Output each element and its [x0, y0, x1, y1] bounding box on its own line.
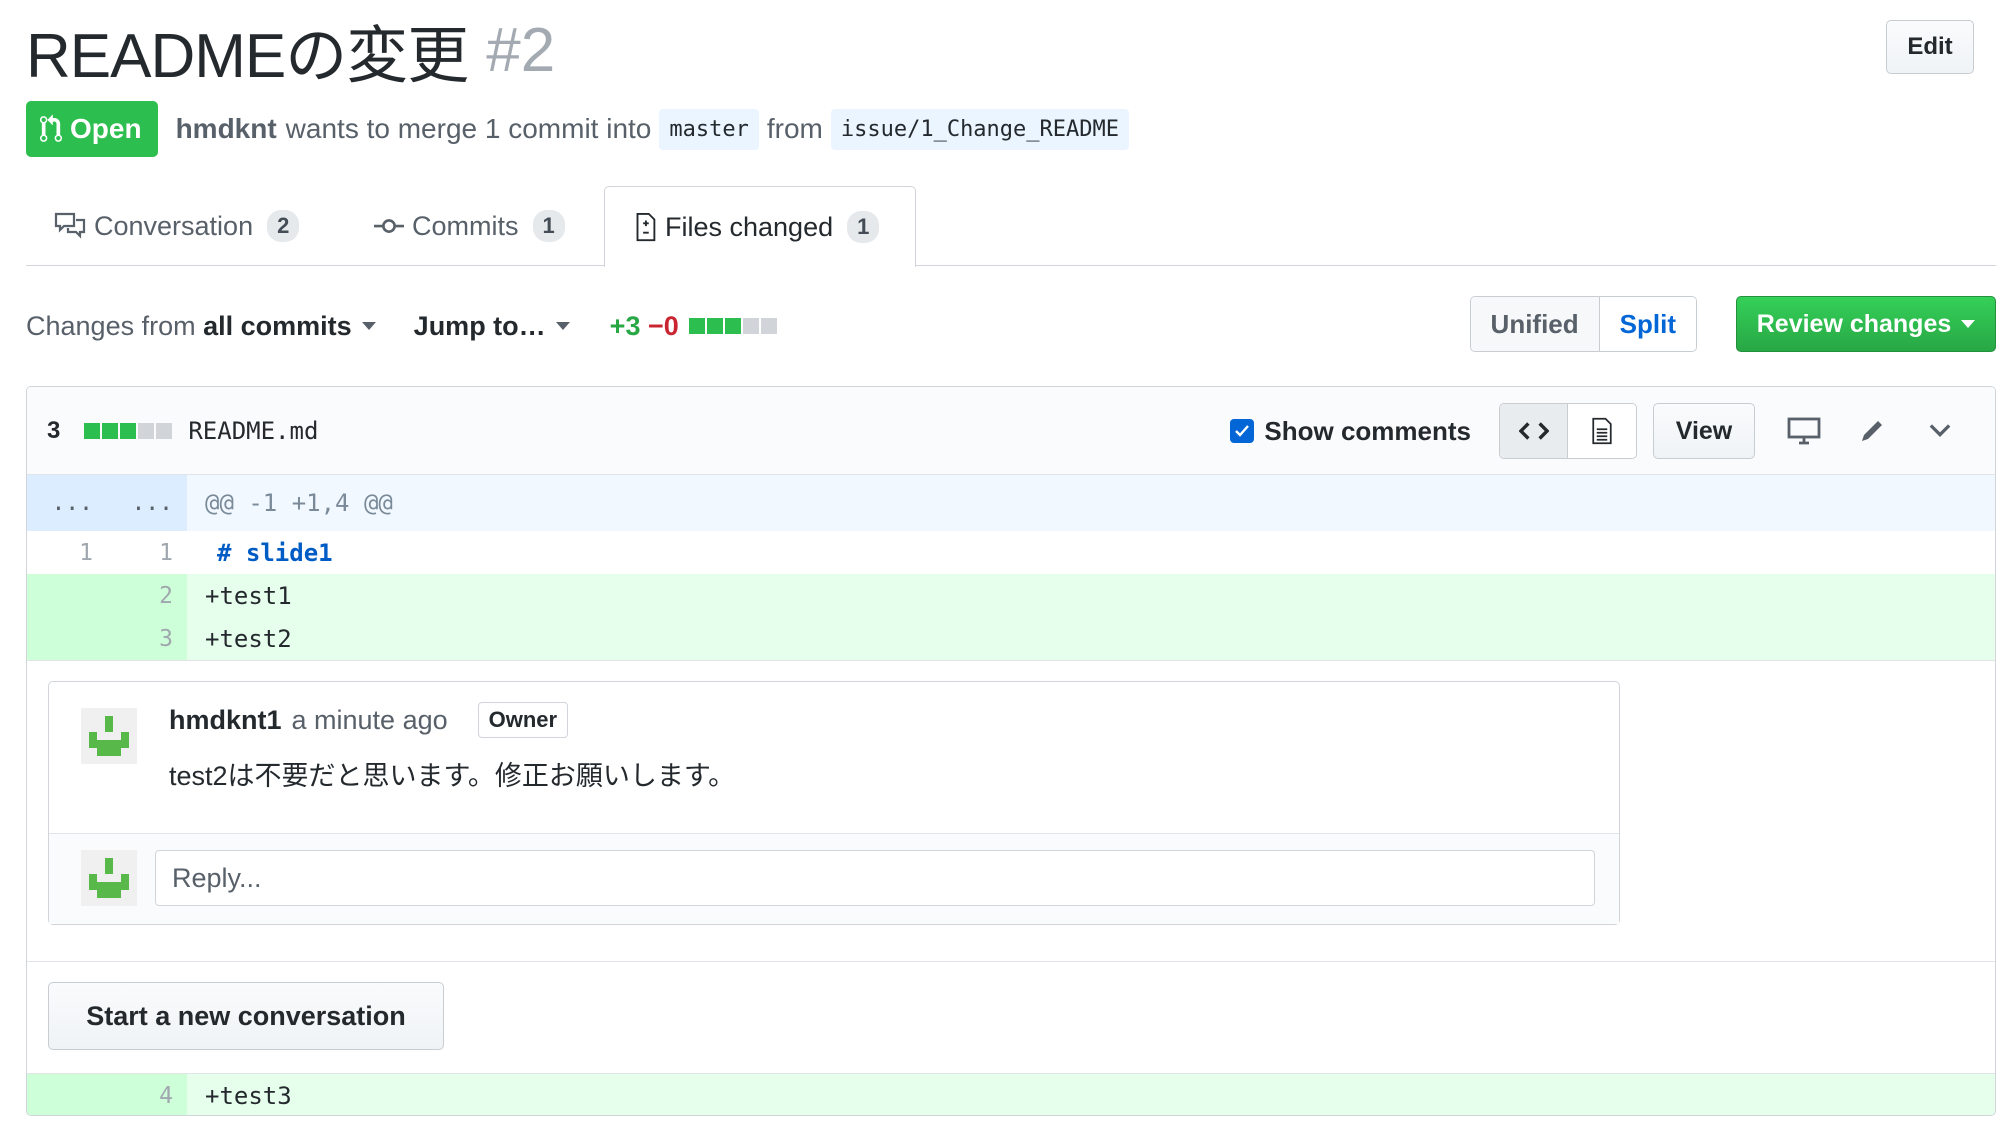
diff-line-addition: 2 +test1: [27, 574, 1995, 617]
pr-tabs: Conversation 2 Commits 1 Files changed 1: [26, 186, 1996, 267]
line-content: # slide1: [217, 538, 333, 567]
caret-down-icon: [361, 322, 376, 330]
pr-meta: Open hmdknt wants to merge 1 commit into…: [26, 100, 1137, 158]
comment-time[interactable]: a minute ago: [292, 705, 448, 736]
comment-body: test2は不要だと思います。修正お願いします。: [169, 761, 736, 791]
caret-down-icon: [555, 322, 570, 330]
base-branch[interactable]: master: [659, 108, 759, 150]
file-change-count: 3: [47, 416, 61, 444]
display-mode-group: [1499, 403, 1637, 459]
review-comment: hmdknt1 a minute ago Owner test2は不要だと思いま…: [49, 682, 1619, 834]
author-link[interactable]: hmdknt: [176, 113, 277, 145]
checkbox-checked-icon[interactable]: [1230, 419, 1255, 443]
state-label: Open: [70, 113, 142, 144]
commits-count: 1: [532, 210, 565, 242]
comment-discussion-icon: [54, 212, 86, 239]
comment-box: hmdknt1 a minute ago Owner test2は不要だと思いま…: [48, 681, 1620, 925]
file-name[interactable]: README.md: [188, 417, 318, 445]
diff-view-toggle: Unified Split: [1469, 296, 1697, 352]
hunk-header-row: ... ... @@ -1 +1,4 @@: [27, 475, 1995, 531]
pr-title-row: READMEの変更 #2: [26, 10, 556, 92]
old-line-number[interactable]: 1: [27, 540, 107, 566]
deletions-count: −0: [647, 310, 679, 341]
caret-down-icon: [1961, 320, 1976, 328]
file-diff: 3 README.md Show comments View ... ... @…: [26, 386, 1996, 1116]
desktop-icon[interactable]: [1779, 403, 1829, 459]
show-comments-toggle[interactable]: Show comments: [1230, 416, 1471, 447]
pr-title: READMEの変更: [26, 22, 469, 91]
avatar: [81, 850, 137, 906]
additions-count: +3: [609, 310, 641, 341]
git-commit-icon: [374, 219, 404, 233]
file-diffstat-bar: [84, 422, 174, 439]
diff-line-addition: 3 +test2: [27, 617, 1995, 660]
code-icon: [1518, 422, 1549, 440]
inline-comment-thread: hmdknt1 a minute ago Owner test2は不要だと思いま…: [27, 660, 1995, 962]
diff-line-addition: 4 +test3: [27, 1074, 1995, 1115]
source-diff-button[interactable]: [1500, 404, 1568, 458]
new-line-number[interactable]: 3: [107, 626, 187, 652]
changes-from-menu[interactable]: Changes from all commits: [26, 311, 376, 342]
new-line-number[interactable]: 1: [107, 540, 187, 566]
avatar[interactable]: [81, 708, 137, 764]
state-badge: Open: [26, 101, 158, 157]
merge-text: wants to merge 1 commit into: [285, 113, 652, 144]
tab-files-changed[interactable]: Files changed 1: [604, 186, 916, 267]
line-content: +test1: [205, 581, 292, 610]
diffstat-bar: [688, 318, 779, 334]
files-count: 1: [847, 211, 880, 243]
file-diff-icon: [636, 212, 656, 242]
owner-badge: Owner: [477, 702, 569, 738]
head-branch[interactable]: issue/1_Change_README: [830, 108, 1130, 150]
new-line-number[interactable]: 2: [107, 583, 187, 609]
hunk-header: @@ -1 +1,4 @@: [205, 489, 393, 517]
tab-commits[interactable]: Commits 1: [374, 186, 565, 266]
reply-input[interactable]: Reply...: [155, 850, 1595, 906]
expand-down-button[interactable]: ...: [107, 490, 187, 516]
expand-up-button[interactable]: ...: [27, 490, 107, 516]
split-button[interactable]: Split: [1599, 297, 1696, 351]
git-pull-request-icon: [40, 114, 62, 142]
chevron-down-icon[interactable]: [1915, 403, 1965, 459]
rich-diff-button[interactable]: [1568, 404, 1636, 458]
start-new-conversation-button[interactable]: Start a new conversation: [48, 982, 444, 1050]
file-header: 3 README.md Show comments View: [27, 387, 1995, 475]
pr-number: #2: [486, 15, 556, 85]
jump-to-menu[interactable]: Jump to…: [414, 311, 570, 342]
line-content: +test2: [205, 624, 292, 653]
new-conversation-row: Start a new conversation: [27, 962, 1995, 1074]
conversation-count: 2: [267, 210, 300, 242]
comment-author[interactable]: hmdknt1: [169, 705, 282, 736]
new-line-number[interactable]: 4: [107, 1083, 187, 1109]
file-icon: [1592, 417, 1612, 445]
unified-button[interactable]: Unified: [1470, 297, 1600, 351]
diffstat: +3 −0: [610, 311, 779, 342]
pencil-icon[interactable]: [1847, 403, 1897, 459]
line-content: +test3: [205, 1081, 292, 1110]
reply-row: Reply...: [49, 834, 1619, 924]
review-changes-button[interactable]: Review changes: [1736, 296, 1996, 352]
from-text: from: [766, 113, 823, 144]
view-file-button[interactable]: View: [1653, 403, 1755, 459]
diff-line: 1 1 # slide1: [27, 531, 1995, 574]
tab-conversation[interactable]: Conversation 2: [54, 186, 300, 266]
diff-toolbar: Changes from all commits Jump to… +3 −0 …: [26, 296, 1996, 356]
comment-header: hmdknt1 a minute ago Owner: [169, 702, 569, 738]
edit-button[interactable]: Edit: [1886, 20, 1974, 74]
